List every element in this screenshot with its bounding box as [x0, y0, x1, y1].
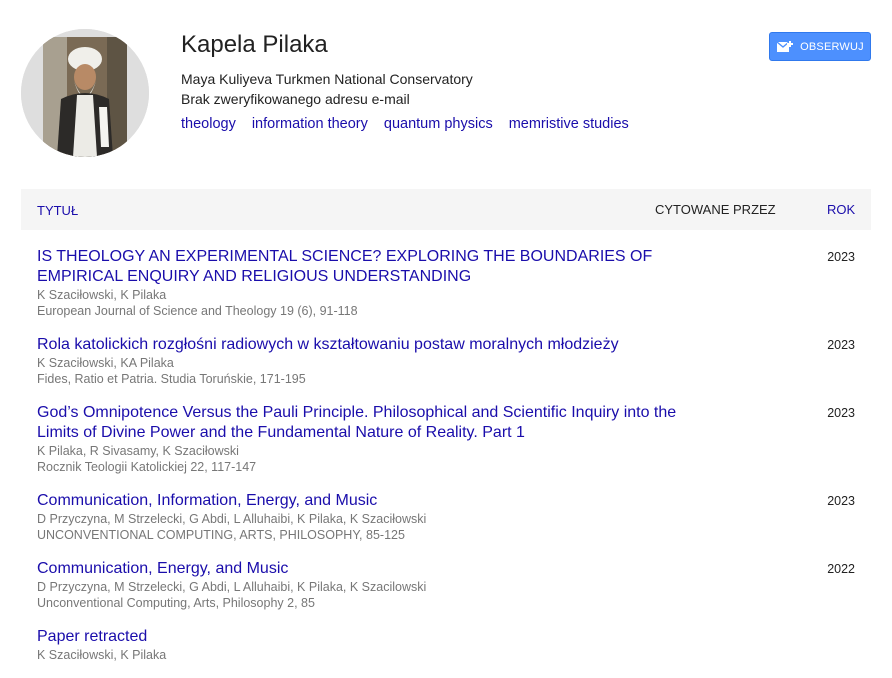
profile-email-status: Brak zweryfikowanego adresu e-mail: [181, 91, 410, 107]
interest-link-information-theory[interactable]: information theory: [252, 116, 368, 132]
follow-button[interactable]: OBSERWUJ: [769, 32, 871, 61]
profile-name: Kapela Pilaka: [181, 31, 328, 58]
avatar-photo: [21, 29, 149, 157]
article-year: 2023: [827, 494, 855, 508]
profile-header: Kapela Pilaka Maya Kuliyeva Turkmen Nati…: [0, 0, 892, 180]
avatar: [21, 29, 149, 157]
mail-plus-icon: [776, 40, 794, 54]
sort-by-title-header[interactable]: TYTUŁ: [37, 203, 78, 218]
article-row: Communication, Information, Energy, and …: [21, 491, 871, 543]
article-title-link[interactable]: Communication, Energy, and Music: [37, 559, 697, 579]
article-year: 2022: [827, 562, 855, 576]
article-authors: D Przyczyna, M Strzelecki, G Abdi, L All…: [37, 512, 427, 526]
article-authors: K Pilaka, R Sivasamy, K Szaciłowski: [37, 444, 239, 458]
article-row: IS THEOLOGY AN EXPERIMENTAL SCIENCE? EXP…: [21, 247, 871, 319]
articles-table-header: TYTUŁ CYTOWANE PRZEZ ROK: [21, 189, 871, 230]
follow-button-label: OBSERWUJ: [800, 40, 864, 53]
article-venue: European Journal of Science and Theology…: [37, 304, 358, 318]
article-title-link[interactable]: Paper retracted: [37, 627, 697, 647]
article-title-link[interactable]: God’s Omnipotence Versus the Pauli Princ…: [37, 403, 697, 443]
article-authors: K Szaciłowski, K Pilaka: [37, 288, 167, 302]
article-year: 2023: [827, 250, 855, 264]
article-title-link[interactable]: Communication, Information, Energy, and …: [37, 491, 697, 511]
article-authors: K Szaciłowski, K Pilaka: [37, 648, 167, 662]
interest-link-theology[interactable]: theology: [181, 116, 236, 132]
article-venue: Fides, Ratio et Patria. Studia Toruńskie…: [37, 372, 306, 386]
article-title-link[interactable]: Rola katolickich rozgłośni radiowych w k…: [37, 335, 697, 355]
article-venue: UNCONVENTIONAL COMPUTING, ARTS, PHILOSOP…: [37, 528, 405, 542]
interest-link-quantum-physics[interactable]: quantum physics: [384, 116, 493, 132]
article-row: Communication, Energy, and Music D Przyc…: [21, 559, 871, 611]
article-year: 2023: [827, 338, 855, 352]
cited-by-header: CYTOWANE PRZEZ: [655, 202, 776, 217]
article-row: God’s Omnipotence Versus the Pauli Princ…: [21, 403, 871, 475]
article-row: Paper retracted K Szaciłowski, K Pilaka: [21, 627, 871, 663]
sort-by-year-header[interactable]: ROK: [827, 202, 855, 217]
interests-list: theology information theory quantum phys…: [181, 116, 629, 132]
article-venue: Rocznik Teologii Katolickiej 22, 117-147: [37, 460, 257, 474]
article-row: Rola katolickich rozgłośni radiowych w k…: [21, 335, 871, 387]
article-title-link[interactable]: IS THEOLOGY AN EXPERIMENTAL SCIENCE? EXP…: [37, 247, 697, 287]
interest-link-memristive-studies[interactable]: memristive studies: [509, 116, 629, 132]
profile-affiliation: Maya Kuliyeva Turkmen National Conservat…: [181, 71, 473, 87]
article-authors: K Szaciłowski, KA Pilaka: [37, 356, 174, 370]
article-venue: Unconventional Computing, Arts, Philosop…: [37, 596, 315, 610]
article-authors: D Przyczyna, M Strzelecki, G Abdi, L All…: [37, 580, 427, 594]
article-year: 2023: [827, 406, 855, 420]
